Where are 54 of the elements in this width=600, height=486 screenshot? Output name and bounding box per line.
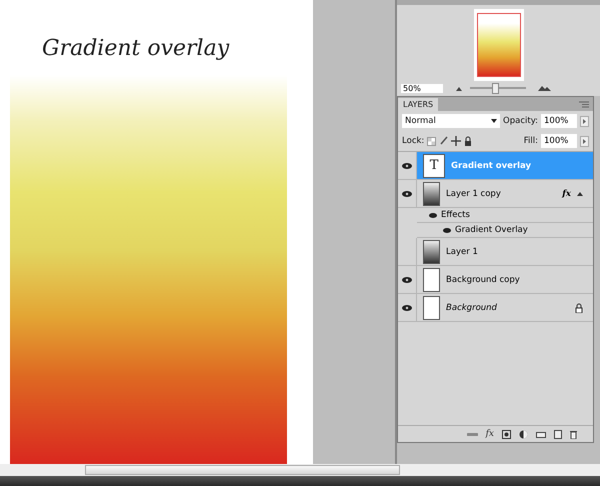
adjustment-icon[interactable]	[519, 430, 528, 438]
fill-arrow-icon[interactable]	[580, 136, 589, 146]
effects-label: Effects	[441, 210, 470, 220]
effect-name[interactable]: Gradient Overlay	[455, 225, 528, 235]
layer-row[interactable]: Background copy	[398, 266, 593, 294]
layer-thumbnail	[423, 296, 440, 320]
layer-name: Layer 1 copy	[446, 188, 502, 198]
eye-icon	[402, 276, 412, 282]
fill-field[interactable]: 100%	[541, 134, 577, 148]
document-title: Gradient overlay	[41, 35, 230, 63]
zoom-field[interactable]: 50%	[401, 84, 444, 93]
layer-thumbnail	[423, 268, 440, 292]
move-icon[interactable]	[451, 136, 462, 146]
new-layer-icon[interactable]	[554, 430, 562, 438]
visibility-toggle[interactable]	[398, 152, 418, 179]
layer-row[interactable]: Layer 1 copy fx	[398, 180, 593, 208]
lock-label: Lock:	[402, 136, 424, 146]
layer-thumbnail	[423, 240, 440, 264]
lock-icon[interactable]	[464, 136, 472, 146]
lock-icon	[575, 302, 583, 312]
layer-thumbnail: T	[423, 154, 446, 178]
layer-name: Layer 1	[446, 246, 479, 256]
layer-row[interactable]: Background	[398, 294, 593, 322]
layer-name: Background	[446, 302, 498, 312]
horizontal-scrollbar[interactable]	[85, 465, 400, 475]
opacity-label: Opacity:	[503, 116, 538, 126]
trash-icon[interactable]	[570, 430, 577, 438]
layer-thumbnail	[423, 182, 440, 206]
opacity-field[interactable]: 100%	[541, 114, 577, 128]
effects-fx-icon[interactable]: fx	[562, 188, 571, 198]
layer-name: Gradient overlay	[451, 160, 532, 170]
caret-icon	[491, 119, 498, 123]
layer-row[interactable]: Layer 1	[398, 238, 593, 266]
zoom-out-icon[interactable]	[455, 86, 464, 92]
eye-icon	[402, 304, 412, 310]
mask-icon[interactable]	[502, 430, 511, 438]
expand-arrow-icon[interactable]	[577, 192, 583, 196]
zoom-slider-thumb[interactable]	[492, 83, 500, 94]
add-style-fx-icon[interactable]: fx	[486, 429, 494, 439]
layers-tab[interactable]: LAYERS	[398, 98, 438, 111]
lock-transparency-icon[interactable]	[427, 136, 436, 146]
brush-icon[interactable]	[439, 136, 448, 146]
blend-mode-dropdown[interactable]: Normal	[402, 114, 500, 128]
opacity-arrow-icon[interactable]	[580, 116, 589, 126]
navigator-preview	[474, 9, 524, 81]
layer-row[interactable]: T Gradient overlay	[398, 152, 593, 180]
fill-label: Fill:	[524, 136, 538, 146]
eye-icon[interactable]	[429, 212, 438, 218]
eye-icon	[402, 162, 412, 168]
zoom-in-icon[interactable]	[538, 85, 552, 92]
layer-name: Background copy	[446, 274, 521, 284]
eye-icon	[402, 190, 412, 196]
folder-icon[interactable]	[536, 430, 546, 438]
eye-icon[interactable]	[443, 228, 452, 232]
